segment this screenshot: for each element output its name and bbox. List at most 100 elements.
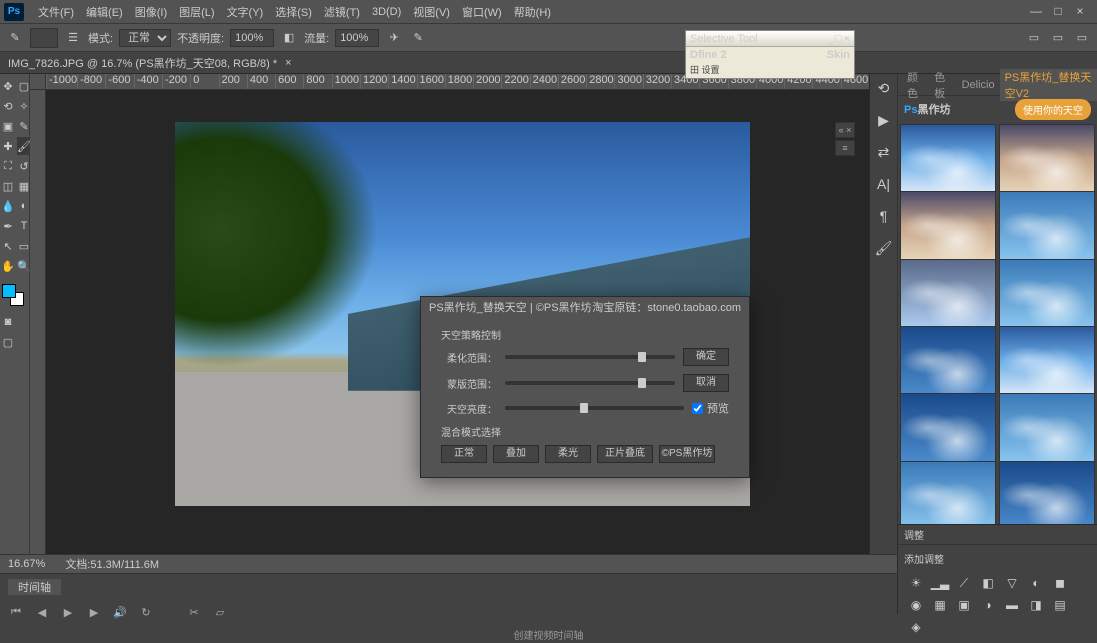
sky-thumb[interactable] bbox=[999, 326, 1095, 395]
sky-dialog-titlebar[interactable]: PS黑作坊_替换天空 | ©PS黑作坊 淘宝原链：stone0.taobao.c… bbox=[421, 297, 749, 317]
sky-thumb[interactable] bbox=[900, 461, 996, 527]
workspace-icon-3[interactable]: ▭ bbox=[1073, 29, 1091, 47]
adj-lookup-icon[interactable]: ▣ bbox=[956, 598, 972, 612]
tl-play-icon[interactable]: ▶ bbox=[60, 604, 76, 620]
screenmode-tool[interactable]: ▢ bbox=[1, 333, 15, 351]
tl-next-icon[interactable]: ▶ bbox=[86, 604, 102, 620]
sky-dialog[interactable]: PS黑作坊_替换天空 | ©PS黑作坊 淘宝原链：stone0.taobao.c… bbox=[420, 296, 750, 478]
brightness-slider[interactable] bbox=[505, 406, 684, 410]
sky-thumb[interactable] bbox=[900, 191, 996, 260]
adj-selective-icon[interactable]: ◈ bbox=[908, 620, 924, 634]
strip-history-icon[interactable]: ⟲ bbox=[874, 78, 894, 98]
strip-char-icon[interactable]: A| bbox=[874, 174, 894, 194]
mode-select[interactable]: 正常 bbox=[119, 29, 171, 47]
quickmask-tool[interactable]: ◙ bbox=[1, 313, 15, 331]
lasso-tool[interactable]: ⟲ bbox=[1, 97, 15, 115]
menu-file[interactable]: 文件(F) bbox=[32, 4, 80, 20]
timeline-tab[interactable]: 时间轴 bbox=[8, 579, 61, 595]
adj-gradient-icon[interactable]: ▤ bbox=[1052, 598, 1068, 612]
use-your-sky-button[interactable]: 使用你的天空 bbox=[1015, 99, 1091, 120]
foreground-color[interactable] bbox=[2, 284, 16, 298]
adj-curves-icon[interactable]: ⟋ bbox=[956, 576, 972, 590]
sky-thumb[interactable] bbox=[900, 326, 996, 395]
crop-tool[interactable]: ▣ bbox=[1, 117, 15, 135]
sky-thumb[interactable] bbox=[900, 259, 996, 328]
type-tool[interactable]: T bbox=[17, 217, 31, 235]
canvas-menu-icon[interactable]: ≡ bbox=[835, 140, 855, 156]
pen-tool[interactable]: ✒ bbox=[1, 217, 15, 235]
tl-transition-icon[interactable]: ▱ bbox=[212, 604, 228, 620]
sky-thumb[interactable] bbox=[900, 393, 996, 462]
sky-thumb[interactable] bbox=[999, 259, 1095, 328]
eraser-tool[interactable]: ◫ bbox=[1, 177, 15, 195]
sky-thumb[interactable] bbox=[999, 461, 1095, 527]
selective-item-dfine[interactable]: Dfine 2 bbox=[690, 49, 727, 61]
gradient-tool[interactable]: ▦ bbox=[17, 177, 31, 195]
menu-layer[interactable]: 图层(L) bbox=[173, 4, 220, 20]
opacity-input[interactable] bbox=[230, 29, 274, 47]
tl-loop-icon[interactable]: ↻ bbox=[138, 604, 154, 620]
sky-thumb[interactable] bbox=[900, 124, 996, 193]
close-button[interactable]: × bbox=[1073, 5, 1087, 19]
heal-tool[interactable]: ✚ bbox=[1, 137, 15, 155]
menu-window[interactable]: 窗口(W) bbox=[456, 4, 508, 20]
tablet-pressure-icon[interactable]: ✎ bbox=[409, 29, 427, 47]
brush-panel-icon[interactable]: ☰ bbox=[64, 29, 82, 47]
cancel-button[interactable]: 取消 bbox=[683, 374, 729, 392]
preview-check[interactable]: 预览 bbox=[692, 400, 729, 416]
strip-actions-icon[interactable]: ▶ bbox=[874, 110, 894, 130]
mask-slider[interactable] bbox=[505, 381, 675, 385]
preview-checkbox[interactable] bbox=[692, 403, 703, 414]
menu-3d[interactable]: 3D(D) bbox=[366, 6, 407, 18]
sky-thumb[interactable] bbox=[999, 124, 1095, 193]
zoom-readout[interactable]: 16.67% bbox=[8, 558, 45, 570]
maximize-button[interactable]: □ bbox=[1051, 5, 1065, 19]
menu-view[interactable]: 视图(V) bbox=[407, 4, 456, 20]
adj-levels-icon[interactable]: ▁▃ bbox=[932, 576, 948, 590]
adj-threshold-icon[interactable]: ◨ bbox=[1028, 598, 1044, 612]
selective-minimize[interactable]: _ bbox=[827, 33, 833, 45]
blur-tool[interactable]: 💧 bbox=[1, 197, 15, 215]
tl-first-icon[interactable]: ⏮ bbox=[8, 604, 24, 620]
mode-overlay[interactable]: 叠加 bbox=[493, 445, 539, 463]
menu-select[interactable]: 选择(S) bbox=[269, 4, 318, 20]
tl-audio-icon[interactable]: 🔊 bbox=[112, 604, 128, 620]
mode-normal[interactable]: 正常 bbox=[441, 445, 487, 463]
tl-prev-icon[interactable]: ◀ bbox=[34, 604, 50, 620]
tl-split-icon[interactable]: ✂ bbox=[186, 604, 202, 620]
workspace-icon-1[interactable]: ▭ bbox=[1025, 29, 1043, 47]
strip-para-icon[interactable]: ¶ bbox=[874, 206, 894, 226]
soften-slider[interactable] bbox=[505, 355, 675, 359]
hand-tool[interactable]: ✋ bbox=[1, 257, 15, 275]
doc-info[interactable]: 文档:51.3M/111.6M bbox=[65, 556, 159, 572]
sky-thumb[interactable] bbox=[999, 393, 1095, 462]
menu-type[interactable]: 文字(Y) bbox=[221, 4, 270, 20]
canvas-collapse-icon[interactable]: « × bbox=[835, 122, 855, 138]
adj-hue-icon[interactable]: ◐ bbox=[1028, 576, 1044, 590]
mode-credit[interactable]: ©PS黑作坊 bbox=[659, 445, 715, 463]
document-tab[interactable]: IMG_7826.JPG @ 16.7% (PS黑作坊_天空08, RGB/8)… bbox=[8, 55, 277, 71]
opacity-pressure-icon[interactable]: ◧ bbox=[280, 29, 298, 47]
magic-wand-tool[interactable]: ✧ bbox=[17, 97, 31, 115]
move-tool[interactable]: ✥ bbox=[1, 77, 15, 95]
minimize-button[interactable]: — bbox=[1029, 5, 1043, 19]
shape-tool[interactable]: ▭ bbox=[17, 237, 31, 255]
adj-brightness-icon[interactable]: ☀ bbox=[908, 576, 924, 590]
selective-settings[interactable]: 田 设置 bbox=[686, 63, 854, 78]
selective-maximize[interactable]: □ bbox=[835, 33, 842, 45]
history-brush-tool[interactable]: ↺ bbox=[17, 157, 31, 175]
document-tab-close[interactable]: × bbox=[285, 57, 291, 69]
adjustments-tab[interactable]: 调整 bbox=[898, 525, 1097, 545]
selective-tool-window[interactable]: Selective Tool _ □ × Dfine 2 Skin 田 设置 bbox=[685, 30, 855, 79]
mode-multiply[interactable]: 正片叠底 bbox=[597, 445, 653, 463]
flow-input[interactable] bbox=[335, 29, 379, 47]
adj-mixer-icon[interactable]: ▦ bbox=[932, 598, 948, 612]
sky-thumb[interactable] bbox=[999, 191, 1095, 260]
dodge-tool[interactable]: ◐ bbox=[17, 197, 31, 215]
adj-posterize-icon[interactable]: ▬ bbox=[1004, 598, 1020, 612]
selective-tool-titlebar[interactable]: Selective Tool _ □ × bbox=[686, 31, 854, 47]
selective-close[interactable]: × bbox=[844, 33, 850, 45]
stamp-tool[interactable]: ⛶ bbox=[1, 157, 15, 175]
airbrush-icon[interactable]: ✈ bbox=[385, 29, 403, 47]
selective-item-skin[interactable]: Skin bbox=[827, 49, 850, 61]
